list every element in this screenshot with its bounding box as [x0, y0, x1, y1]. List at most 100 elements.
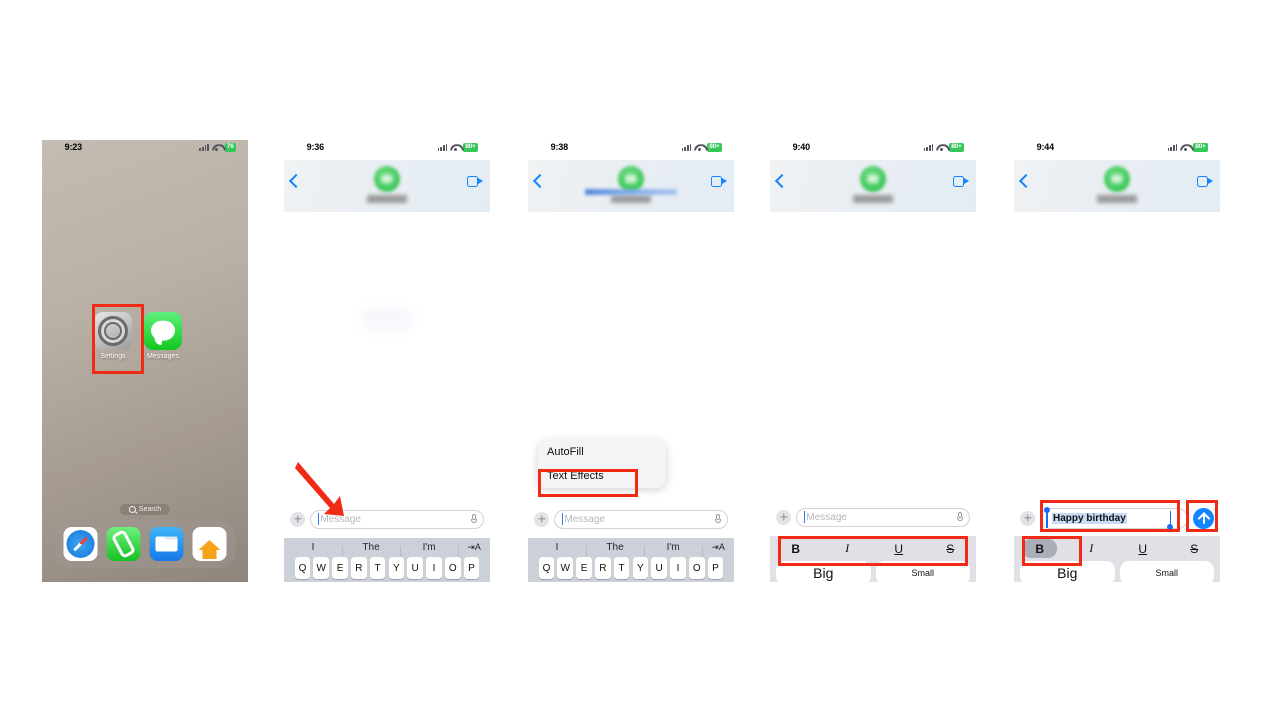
- phone-bold-applied: 9:44 80+ Happy birthday B I U S Big Smal…: [1014, 140, 1220, 582]
- style-strikethrough-button[interactable]: S: [1169, 539, 1221, 558]
- red-arrow-annotation: [295, 462, 344, 516]
- key-q[interactable]: Q: [538, 557, 555, 579]
- highlight-messages-app: [92, 304, 144, 374]
- key-o[interactable]: O: [444, 557, 461, 579]
- battery-icon: 80+: [949, 143, 964, 152]
- status-bar: 9:40 80+: [770, 140, 976, 160]
- key-t[interactable]: T: [369, 557, 386, 579]
- messages-icon: [144, 312, 182, 350]
- avatar[interactable]: [1104, 166, 1130, 192]
- facetime-icon[interactable]: [467, 176, 483, 187]
- status-bar: 9:23 76: [42, 140, 248, 160]
- facetime-icon[interactable]: [953, 176, 969, 187]
- wifi-icon: [1180, 143, 1190, 152]
- prediction-1[interactable]: I: [284, 542, 342, 553]
- key-p[interactable]: P: [707, 557, 724, 579]
- key-p[interactable]: P: [463, 557, 480, 579]
- safari-icon[interactable]: [63, 527, 98, 561]
- status-time: 9:44: [1036, 142, 1054, 152]
- app-messages[interactable]: Messages: [140, 312, 186, 360]
- on-screen-keyboard: I The I'm ⇥A Q W E R T Y U I O P A S D: [528, 538, 734, 582]
- back-icon[interactable]: [1018, 173, 1034, 189]
- key-r[interactable]: R: [351, 557, 367, 579]
- home-search-button[interactable]: Search: [119, 504, 171, 515]
- envelope-glyph: [155, 536, 178, 552]
- key-q[interactable]: Q: [294, 557, 311, 579]
- app-messages-label: Messages: [147, 353, 179, 360]
- key-r[interactable]: R: [595, 557, 611, 579]
- avatar-glyph: [625, 175, 637, 183]
- key-w[interactable]: W: [313, 557, 330, 579]
- prediction-2[interactable]: The: [342, 542, 400, 557]
- formatting-key[interactable]: ⇥A: [458, 542, 490, 557]
- facetime-icon[interactable]: [711, 176, 727, 187]
- blurred-link-preview: [585, 189, 677, 195]
- phone-context-menu: 9:38 80+ AutoFill Text Effects Message I…: [528, 140, 734, 582]
- cellular-signal-icon: [681, 143, 692, 152]
- conversation-header: [1014, 160, 1220, 212]
- home-screen-wallpaper: [42, 140, 248, 582]
- avatar[interactable]: [374, 166, 400, 192]
- formatting-key[interactable]: ⇥A: [702, 542, 734, 557]
- battery-icon: 76: [224, 143, 236, 152]
- key-o[interactable]: O: [688, 557, 705, 579]
- back-icon[interactable]: [288, 173, 304, 189]
- phone-icon[interactable]: [106, 527, 141, 561]
- attachments-plus-button[interactable]: [534, 511, 549, 527]
- cellular-signal-icon: [1167, 143, 1178, 152]
- text-caret: [804, 511, 806, 523]
- menu-item-autofill[interactable]: AutoFill: [538, 440, 666, 464]
- prediction-2[interactable]: The: [586, 542, 644, 557]
- home-app-icon[interactable]: [192, 527, 227, 561]
- style-underline-label: U: [1138, 541, 1148, 556]
- conversation-header: [284, 160, 490, 212]
- key-i[interactable]: I: [426, 557, 442, 579]
- microphone-icon[interactable]: [715, 514, 721, 524]
- prediction-3[interactable]: I'm: [400, 542, 458, 557]
- prediction-1[interactable]: I: [528, 542, 586, 553]
- key-w[interactable]: W: [557, 557, 574, 579]
- effect-small[interactable]: Small: [1119, 561, 1214, 582]
- status-time: 9:38: [550, 142, 568, 152]
- microphone-icon[interactable]: [957, 512, 963, 522]
- key-y[interactable]: Y: [388, 557, 405, 579]
- key-e[interactable]: E: [576, 557, 592, 579]
- message-input-field[interactable]: Message: [554, 509, 728, 529]
- mail-icon[interactable]: [149, 527, 184, 561]
- blurred-content: [361, 307, 413, 330]
- style-underline-button[interactable]: U: [1117, 539, 1169, 558]
- message-input-field[interactable]: Message: [796, 507, 970, 527]
- attachments-plus-button[interactable]: [776, 509, 791, 525]
- status-bar: 9:38 80+: [528, 140, 734, 160]
- key-y[interactable]: Y: [632, 557, 649, 579]
- message-placeholder: Message: [564, 513, 605, 525]
- battery-icon: 80+: [463, 143, 478, 152]
- microphone-icon[interactable]: [471, 514, 477, 524]
- back-icon[interactable]: [532, 173, 548, 189]
- key-u[interactable]: U: [651, 557, 667, 579]
- avatar[interactable]: [860, 166, 886, 192]
- key-e[interactable]: E: [332, 557, 348, 579]
- back-icon[interactable]: [774, 173, 790, 189]
- highlight-text-style-row: [778, 536, 968, 566]
- text-caret: [562, 513, 564, 525]
- key-t[interactable]: T: [613, 557, 630, 579]
- avatar-glyph: [1111, 175, 1123, 183]
- key-i[interactable]: I: [670, 557, 686, 579]
- facetime-icon[interactable]: [1197, 176, 1213, 187]
- phone-home-screen: 9:23 76 Settings Messages Search: [42, 140, 248, 582]
- search-icon: [128, 506, 136, 513]
- highlight-text-effects-item: [538, 469, 638, 497]
- status-time: 9:40: [792, 142, 810, 152]
- message-bubble-glyph: [151, 320, 175, 341]
- prediction-3[interactable]: I'm: [644, 542, 702, 557]
- prediction-bar: I The I'm ⇥A: [528, 538, 734, 557]
- attachments-plus-button[interactable]: [1020, 510, 1035, 526]
- key-u[interactable]: U: [407, 557, 423, 579]
- status-indicators: 80+: [923, 143, 964, 152]
- status-indicators: 80+: [437, 143, 478, 152]
- highlight-bold-button: [1022, 536, 1082, 566]
- battery-icon: 80+: [707, 143, 722, 152]
- status-time: 9:36: [306, 142, 324, 152]
- wifi-icon: [450, 143, 460, 152]
